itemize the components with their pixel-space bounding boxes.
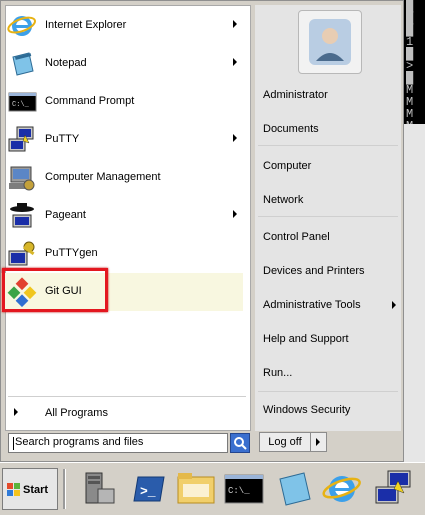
link-run[interactable]: Run... [263, 367, 292, 379]
link-label: Control Panel [263, 231, 330, 243]
user-avatar[interactable] [298, 10, 362, 74]
windows-flag-icon [7, 483, 20, 496]
program-label: PuTTYgen [45, 247, 98, 259]
putty-icon [8, 126, 34, 152]
highlight-annotation-box [2, 268, 108, 312]
svg-text:C:\_: C:\_ [12, 101, 30, 109]
program-label: Internet Explorer [45, 19, 127, 31]
search-input[interactable]: Search programs and files [8, 433, 228, 453]
server-manager-icon[interactable] [76, 467, 120, 511]
svg-text:>_: >_ [140, 484, 156, 499]
program-label: Command Prompt [45, 95, 135, 107]
powershell-icon[interactable]: >_ [128, 467, 172, 511]
program-item-putty[interactable]: PuTTY [1, 121, 243, 159]
link-computer[interactable]: Computer [263, 160, 311, 172]
program-label: Computer Management [45, 171, 161, 183]
link-label: Administrative Tools [263, 299, 361, 311]
shutdown-options-button[interactable] [311, 432, 327, 452]
notepad-icon [12, 52, 34, 76]
link-label: Administrator [263, 89, 328, 101]
link-windows-security[interactable]: Windows Security [263, 404, 350, 416]
putty-icon[interactable] [372, 467, 416, 511]
divider [258, 216, 398, 217]
program-item-notepad[interactable]: Notepad [1, 45, 243, 83]
link-label: Network [263, 194, 304, 206]
submenu-arrow-icon [233, 58, 237, 66]
program-item-command-prompt[interactable]: C:\_ Command Prompt [1, 83, 243, 121]
svg-text:C:\_: C:\_ [228, 486, 250, 496]
taskbar: Start >_ C:\_ [0, 462, 425, 515]
taskbar-divider [63, 469, 66, 509]
submenu-arrow-icon [233, 210, 237, 218]
program-label: Pageant [45, 209, 86, 221]
console-text-fragments: █ █ █ 1 █ > █ M M M M M [406, 0, 414, 144]
search-button[interactable] [230, 433, 250, 453]
link-documents[interactable]: Documents [263, 123, 319, 135]
background-console-window: █ █ █ 1 █ > █ M M M M M [404, 0, 425, 462]
puttygen-icon [8, 241, 35, 266]
submenu-arrow-icon [233, 20, 237, 28]
magnifier-icon [234, 437, 247, 450]
all-programs-label: All Programs [45, 407, 108, 419]
log-off-button[interactable]: Log off [259, 432, 311, 452]
program-item-computer-management[interactable]: Computer Management [1, 159, 243, 197]
program-item-pageant[interactable]: Pageant [1, 197, 243, 235]
program-item-internet-explorer[interactable]: Internet Explorer [1, 7, 243, 45]
log-off-label: Log off [268, 436, 302, 448]
submenu-arrow-icon [233, 134, 237, 142]
internet-explorer-icon [7, 16, 36, 36]
link-administrator[interactable]: Administrator [263, 89, 328, 101]
program-label: Notepad [45, 57, 87, 69]
start-label: Start [23, 484, 49, 496]
divider [258, 391, 398, 392]
user-icon [309, 19, 351, 65]
expand-arrow-icon [14, 408, 18, 416]
search-placeholder: Search programs and files [15, 436, 144, 448]
computer-management-icon [9, 166, 35, 191]
internet-explorer-icon[interactable] [320, 467, 364, 511]
command-prompt-icon: C:\_ [8, 92, 37, 112]
all-programs-button[interactable]: All Programs [4, 397, 248, 427]
link-control-panel[interactable]: Control Panel [263, 231, 330, 243]
text-caret [13, 437, 14, 450]
link-label: Devices and Printers [263, 265, 365, 277]
link-label: Run... [263, 367, 293, 379]
console-scrollbar[interactable] [404, 124, 425, 462]
link-network[interactable]: Network [263, 194, 303, 206]
link-label: Documents [263, 123, 319, 135]
divider [258, 145, 398, 146]
start-button[interactable]: Start [2, 468, 58, 510]
link-help-and-support[interactable]: Help and Support [263, 333, 349, 345]
pageant-icon [10, 203, 34, 228]
link-label: Computer [263, 160, 312, 172]
submenu-arrow-icon [392, 301, 396, 309]
link-devices-and-printers[interactable]: Devices and Printers [263, 265, 365, 277]
notepad-icon[interactable] [272, 467, 316, 511]
link-label: Windows Security [263, 404, 351, 416]
command-prompt-icon[interactable]: C:\_ [222, 467, 266, 511]
program-label: PuTTY [45, 133, 80, 145]
link-administrative-tools[interactable]: Administrative Tools [263, 299, 399, 311]
link-label: Help and Support [263, 333, 349, 345]
explorer-folder-icon[interactable] [174, 467, 218, 511]
